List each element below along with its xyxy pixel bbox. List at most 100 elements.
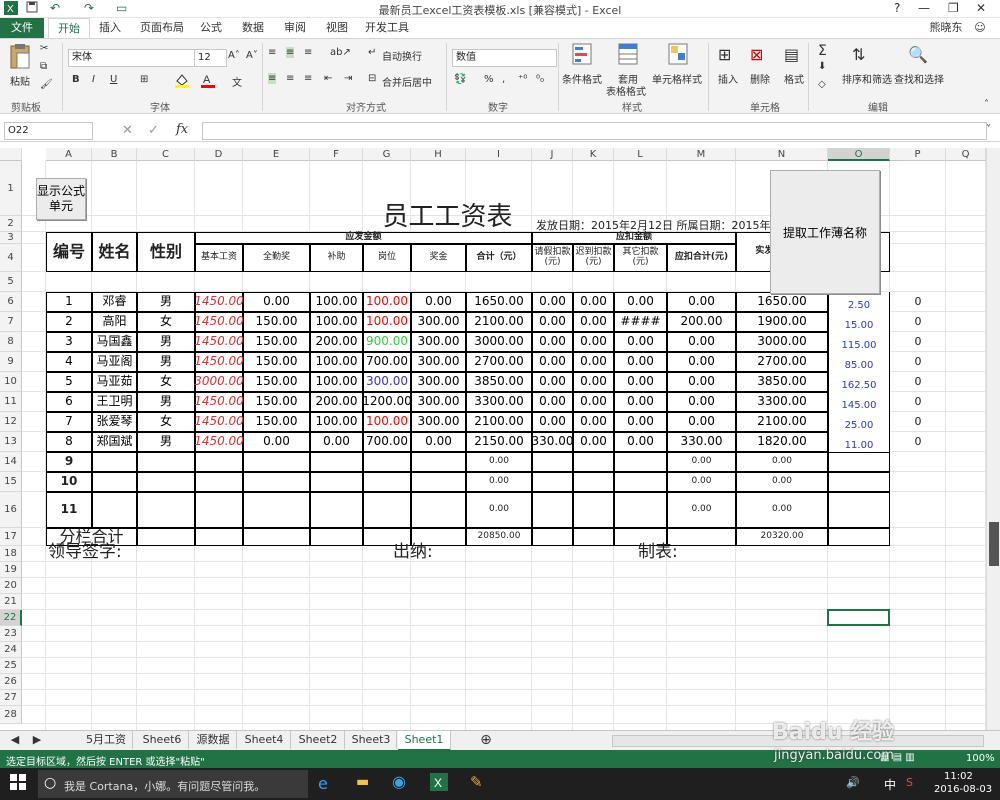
underline-button[interactable]: U: [110, 74, 117, 85]
empty-cell[interactable]: [243, 492, 310, 528]
employee-post[interactable]: 1200.00: [362, 392, 412, 412]
row-total[interactable]: 0.00: [466, 492, 532, 528]
employee-net[interactable]: 2100.00: [736, 412, 828, 432]
sign-leader[interactable]: 领导签字:: [46, 543, 243, 562]
employee-other[interactable]: 0.00: [614, 292, 667, 312]
column-header[interactable]: E: [243, 148, 310, 161]
worksheet-grid[interactable]: ABCDEFGHIJKLMNOPQR1234567891011121314151…: [0, 148, 986, 730]
employee-post[interactable]: 700.00: [363, 352, 411, 372]
empty-cell[interactable]: [532, 472, 573, 492]
align-right-icon[interactable]: ≡: [304, 73, 312, 84]
employee-leave[interactable]: 0.00: [532, 392, 573, 412]
insert-function-button[interactable]: fx: [176, 122, 188, 137]
employee-base[interactable]: 1450.00: [194, 292, 244, 312]
employee-late[interactable]: 0.00: [573, 332, 614, 352]
font-name-select[interactable]: 宋体: [68, 49, 197, 67]
employee-attend[interactable]: 150.00: [243, 352, 310, 372]
align-bottom-icon[interactable]: ≡: [304, 47, 312, 58]
extract-workbook-name-button[interactable]: 提取工作薄名称: [770, 170, 880, 294]
row-net[interactable]: 0.00: [736, 472, 828, 492]
sheet-tab[interactable]: Sheet2: [292, 731, 345, 749]
tab-insert[interactable]: 插入: [92, 18, 128, 38]
employee-attend[interactable]: 150.00: [243, 392, 310, 412]
employee-net[interactable]: 1820.00: [736, 432, 828, 452]
employee-leave[interactable]: 0.00: [532, 332, 573, 352]
column-header[interactable]: P: [890, 148, 946, 161]
employee-ded[interactable]: 0.00: [667, 352, 736, 372]
expand-formula-icon[interactable]: ˅: [986, 124, 991, 135]
empty-cell[interactable]: [310, 452, 363, 472]
employee-total[interactable]: 2150.00: [466, 432, 532, 452]
header-base[interactable]: 基本工资: [195, 244, 243, 272]
sogou-icon[interactable]: S: [906, 776, 913, 789]
empty-cell[interactable]: [243, 472, 310, 492]
employee-leave[interactable]: 0.00: [532, 292, 573, 312]
employee-post[interactable]: 100.00: [363, 312, 411, 332]
employee-p[interactable]: 0: [890, 372, 946, 392]
row-no[interactable]: 11: [46, 492, 92, 528]
bold-button[interactable]: B: [72, 74, 80, 85]
row-header[interactable]: 7: [0, 312, 22, 332]
column-header[interactable]: A: [46, 148, 92, 161]
insert-cells-icon[interactable]: ⊞: [718, 45, 731, 64]
employee-name[interactable]: 王卫明: [92, 392, 137, 412]
empty-cell[interactable]: [614, 472, 667, 492]
header-total[interactable]: 合计（元）: [466, 244, 532, 272]
employee-base[interactable]: 1450.00: [194, 412, 244, 432]
employee-no[interactable]: 7: [46, 412, 92, 432]
sort-filter-button[interactable]: 排序和筛选: [842, 71, 892, 86]
column-header[interactable]: N: [736, 148, 828, 161]
employee-name[interactable]: 高阳: [92, 312, 137, 332]
row-header[interactable]: 12: [0, 412, 22, 432]
restore-button[interactable]: ❐: [948, 1, 959, 15]
empty-cell[interactable]: [828, 472, 890, 492]
format-as-table-label-2[interactable]: 表格格式: [606, 83, 646, 98]
comma-button[interactable]: ,: [502, 74, 505, 85]
row-total[interactable]: 0.00: [466, 472, 532, 492]
employee-attend[interactable]: 0.00: [243, 292, 310, 312]
header-name[interactable]: 姓名: [92, 232, 137, 272]
tab-data[interactable]: 数据: [236, 18, 270, 38]
sheet-tab[interactable]: Sheet4: [238, 731, 291, 749]
row-header[interactable]: 26: [0, 674, 22, 690]
employee-ded[interactable]: 0.00: [667, 292, 736, 312]
header-bonus[interactable]: 奖金: [411, 244, 466, 272]
row-header[interactable]: 11: [0, 392, 22, 412]
row-header[interactable]: 15: [0, 472, 22, 492]
cancel-icon[interactable]: ✕: [122, 123, 133, 138]
row-header[interactable]: 23: [0, 626, 22, 642]
empty-cell[interactable]: [614, 492, 667, 528]
row-header[interactable]: 18: [0, 546, 22, 562]
empty-cell[interactable]: [137, 452, 195, 472]
empty-cell[interactable]: [411, 472, 466, 492]
employee-name[interactable]: 马亚阁: [92, 352, 137, 372]
row-net[interactable]: 0.00: [736, 452, 828, 472]
tab-file[interactable]: 文件: [0, 18, 44, 38]
fill-color-icon[interactable]: [174, 72, 190, 91]
employee-leave[interactable]: 0.00: [532, 372, 573, 392]
empty-cell[interactable]: [195, 452, 243, 472]
empty-cell[interactable]: [411, 452, 466, 472]
align-center-icon[interactable]: ≡: [286, 73, 294, 84]
employee-net[interactable]: 1650.00: [736, 292, 828, 312]
vertical-scrollbar[interactable]: [986, 148, 1000, 730]
employee-other[interactable]: 0.00: [614, 352, 667, 372]
edge-icon[interactable]: e: [318, 774, 328, 793]
employee-no[interactable]: 5: [46, 372, 92, 392]
row-header[interactable]: 27: [0, 690, 22, 706]
empty-cell[interactable]: [573, 492, 614, 528]
employee-name[interactable]: 马亚茹: [92, 372, 137, 392]
employee-total[interactable]: 2100.00: [466, 412, 532, 432]
column-header[interactable]: K: [573, 148, 614, 161]
employee-personal[interactable]: 145.00: [828, 392, 890, 412]
cell-styles-button[interactable]: 单元格样式: [652, 71, 702, 86]
row-header[interactable]: 8: [0, 332, 22, 352]
sheet-tab[interactable]: 5月工资: [80, 731, 133, 749]
employee-bonus[interactable]: 300.00: [411, 312, 466, 332]
employee-total[interactable]: 3850.00: [466, 372, 532, 392]
empty-cell[interactable]: [828, 452, 890, 472]
employee-attend[interactable]: 150.00: [243, 412, 310, 432]
employee-subsidy[interactable]: 200.00: [310, 392, 363, 412]
employee-post[interactable]: 900.00: [363, 332, 411, 352]
copy-icon[interactable]: ⧉: [40, 61, 47, 72]
